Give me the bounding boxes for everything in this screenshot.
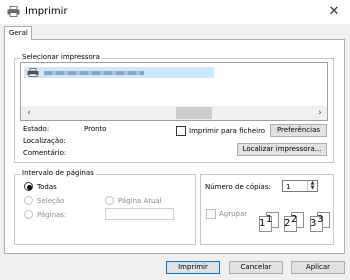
window-title: Imprimir xyxy=(25,6,68,17)
scroll-thumb[interactable] xyxy=(176,107,212,119)
collate-preview-label: 2 xyxy=(284,218,291,229)
radio-selection[interactable] xyxy=(24,196,33,205)
collate-preview-label: 2 xyxy=(291,214,298,225)
collate-preview-2-icon: 2 2 xyxy=(284,212,304,232)
collate-preview-label: 1 xyxy=(266,214,273,225)
collate-preview-3-icon: 3 3 xyxy=(310,212,330,232)
localizacao-label: Localização: xyxy=(23,137,66,145)
tab-geral[interactable]: Geral xyxy=(4,26,32,40)
apply-button[interactable]: Aplicar xyxy=(291,261,345,274)
print-icon xyxy=(7,6,20,17)
scroll-right-icon[interactable]: › xyxy=(313,106,327,120)
estado-value: Pronto xyxy=(84,125,107,133)
cancel-button[interactable]: Cancelar xyxy=(229,261,283,274)
printer-name-redacted xyxy=(44,71,144,75)
scroll-left-icon[interactable]: ‹ xyxy=(22,106,36,120)
radio-pages[interactable] xyxy=(24,210,33,219)
copies-label: Número de cópias: xyxy=(205,183,271,191)
print-button[interactable]: Imprimir xyxy=(166,261,220,274)
collate-checkbox[interactable] xyxy=(206,209,216,219)
radio-all[interactable] xyxy=(24,182,33,191)
collate-preview-label: 3 xyxy=(310,218,317,229)
copies-value: 1 xyxy=(286,183,291,191)
comentario-label: Comentário: xyxy=(23,149,67,157)
spinner-arrows-icon[interactable]: ▲ ▼ xyxy=(307,181,317,191)
radio-pages-label: Páginas: xyxy=(37,211,67,219)
print-to-file-label: Imprimir para ficheiro xyxy=(189,127,266,135)
collate-label: Agrupar xyxy=(219,210,248,218)
pages-input[interactable] xyxy=(105,208,174,220)
estado-label: Estado: xyxy=(23,125,50,133)
radio-current-page[interactable] xyxy=(105,196,114,205)
printer-list-scrollbar[interactable] xyxy=(21,106,327,120)
print-to-file-checkbox[interactable] xyxy=(176,126,186,136)
collate-preview-label: 3 xyxy=(317,214,324,225)
collate-preview-1-icon: 1 1 xyxy=(259,212,279,232)
radio-selection-label: Seleção xyxy=(37,197,65,205)
select-printer-title: Selecionar impressora xyxy=(20,53,102,61)
radio-current-page-label: Página Atual xyxy=(118,197,162,205)
page-range-title: Intervalo de páginas xyxy=(20,169,96,177)
close-icon[interactable]: ✕ xyxy=(325,3,343,21)
printer-icon xyxy=(27,68,39,77)
preferences-button[interactable]: Preferências xyxy=(270,124,327,137)
find-printer-button[interactable]: Localizar impressora... xyxy=(237,143,327,156)
radio-all-label: Todas xyxy=(37,183,57,191)
collate-preview-label: 1 xyxy=(259,218,266,229)
